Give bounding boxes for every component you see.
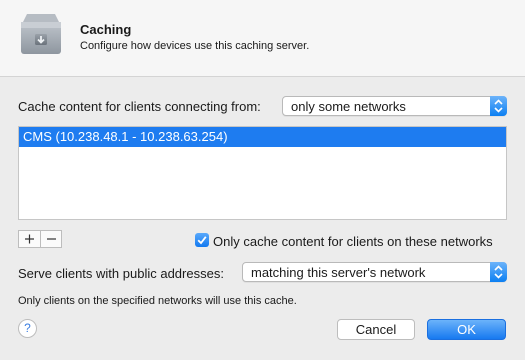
only-cache-checkbox-label[interactable]: Only cache content for clients on these …	[213, 234, 493, 249]
list-item[interactable]: CMS (10.238.48.1 - 10.238.63.254)	[19, 127, 506, 147]
minus-icon[interactable]	[40, 231, 62, 247]
cache-from-value: only some networks	[291, 99, 406, 114]
cache-from-label: Cache content for clients connecting fro…	[18, 99, 261, 114]
ok-button[interactable]: OK	[427, 319, 506, 340]
info-note: Only clients on the specified networks w…	[18, 295, 297, 307]
list-item-label: CMS (10.238.48.1 - 10.238.63.254)	[23, 129, 228, 144]
public-clients-popup[interactable]: matching this server's network	[242, 262, 507, 282]
up-down-arrows-icon	[490, 262, 507, 282]
only-cache-checkbox[interactable]	[195, 233, 209, 247]
checkmark-icon	[197, 236, 207, 245]
caching-server-icon	[21, 14, 61, 54]
networks-list[interactable]: CMS (10.238.48.1 - 10.238.63.254)	[18, 126, 507, 220]
dialog-header: Caching Configure how devices use this c…	[0, 0, 525, 77]
cache-from-popup[interactable]: only some networks	[282, 96, 507, 116]
list-edit-controls	[18, 230, 62, 248]
question-mark-icon[interactable]: ?	[18, 319, 37, 338]
plus-icon[interactable]	[19, 231, 40, 247]
cancel-button[interactable]: Cancel	[337, 319, 415, 340]
dialog-subtitle: Configure how devices use this caching s…	[80, 40, 310, 52]
up-down-arrows-icon	[490, 96, 507, 116]
public-clients-value: matching this server's network	[251, 265, 426, 280]
public-clients-label: Serve clients with public addresses:	[18, 266, 224, 281]
dialog-title: Caching	[80, 22, 132, 37]
